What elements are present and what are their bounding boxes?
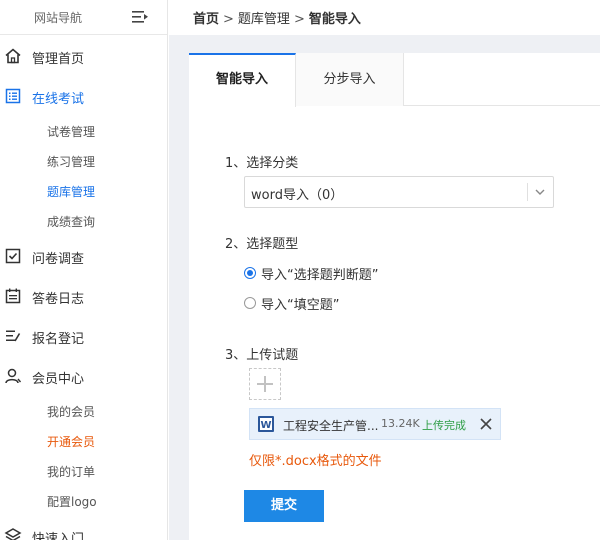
sidebar-item-answer-log[interactable]: 答卷日志 [0,284,167,308]
file-type-hint: 仅限*.docx格式的文件 [249,454,382,469]
sidebar-subitem-my-members[interactable]: 我的会员 [47,403,95,423]
step2-title: 2、选择题型 [225,237,299,252]
breadcrumb-separator: > [293,12,305,27]
chevron-down-icon [535,189,545,195]
sidebar-item-label: 管理首页 [32,52,85,67]
step1-title: 1、选择分类 [225,156,299,171]
breadcrumb-separator: > [223,12,234,27]
sidebar-subitem-score-query[interactable]: 成绩查询 [47,213,95,233]
sidebar-item-label: 会员中心 [32,372,85,387]
import-panel: 智能导入 分步导入 1、选择分类 word导入（0） 2、选择题型 导入“选择题… [189,53,600,540]
sidebar-item-label: 报名登记 [32,332,85,347]
calendar-icon [5,288,21,304]
radio-label: 导入“填空题” [261,297,340,313]
upload-status: 上传完成 [422,419,466,432]
top-bar: 首页 > 题库管理 > 智能导入 [169,0,600,35]
sidebar-item-label: 答卷日志 [32,292,85,307]
sidebar-item-label: 快速入门 [32,532,85,540]
step3-title: 3、上传试题 [225,348,299,363]
upload-button[interactable] [249,368,281,400]
sidebar-subitem-question-bank[interactable]: 题库管理 [47,183,95,203]
list-icon [5,88,21,104]
radio-button-checked[interactable] [244,267,256,279]
category-select[interactable]: word导入（0） [244,176,554,208]
sidebar-item-member-center[interactable]: 会员中心 [0,364,167,388]
sidebar-item-home[interactable]: 管理首页 [0,44,167,68]
sidebar-item-survey[interactable]: 问卷调查 [0,244,167,268]
close-icon[interactable] [479,417,493,431]
breadcrumb: 首页 > 题库管理 > 智能导入 [193,8,361,27]
breadcrumb-home[interactable]: 首页 [193,12,219,27]
menu-collapse-icon[interactable] [130,8,150,26]
word-file-icon: W [258,416,274,432]
sidebar-item-online-exam[interactable]: 在线考试 [0,84,167,108]
file-name: 工程安全生产管... [283,419,379,433]
sidebar-subitem-my-orders[interactable]: 我的订单 [47,463,95,483]
select-divider [527,183,528,201]
sidebar-subitem-paper-manage[interactable]: 试卷管理 [47,123,95,143]
radio-label: 导入“选择题判断题” [261,267,379,283]
breadcrumb-question-bank[interactable]: 题库管理 [238,12,290,27]
sidebar-subitem-practice-manage[interactable]: 练习管理 [47,153,95,173]
tab-bar: 智能导入 分步导入 [189,53,600,107]
submit-button[interactable]: 提交 [244,490,324,522]
radio-button[interactable] [244,297,256,309]
sidebar-subitem-open-membership[interactable]: 开通会员 [47,433,95,453]
sidebar-item-label: 在线考试 [32,92,85,107]
breadcrumb-current: 智能导入 [308,12,361,27]
sidebar-title: 网站导航 [34,11,83,25]
sidebar-header: 网站导航 [0,0,167,35]
sidebar-subitem-config-logo[interactable]: 配置logo [47,493,97,513]
uploaded-file: W 工程安全生产管... 13.24K 上传完成 [249,408,501,440]
edit-list-icon [6,330,21,342]
sidebar-item-label: 问卷调查 [32,252,85,267]
content-area: 智能导入 分步导入 1、选择分类 word导入（0） 2、选择题型 导入“选择题… [169,35,600,540]
radio-choice-judge[interactable]: 导入“选择题判断题” [244,263,378,283]
sidebar-item-registration[interactable]: 报名登记 [0,324,167,348]
home-icon [5,48,21,64]
tab-step-import[interactable]: 分步导入 [296,53,404,106]
plus-icon [257,376,273,392]
checkbox-icon [5,248,21,264]
radio-fill-blank[interactable]: 导入“填空题” [244,293,339,313]
sidebar: 网站导航 管理首页 在线考试 试卷管理 练习管理 题库管理 成绩查询 问卷调查 … [0,0,168,540]
svg-text:W: W [260,420,271,431]
file-size: 13.24K [381,417,420,430]
user-icon [5,368,22,384]
tab-smart-import[interactable]: 智能导入 [189,53,296,107]
layers-icon [4,528,22,540]
sidebar-item-quick-start[interactable]: 快速入门 [0,524,167,540]
category-select-value: word导入（0） [251,188,344,203]
